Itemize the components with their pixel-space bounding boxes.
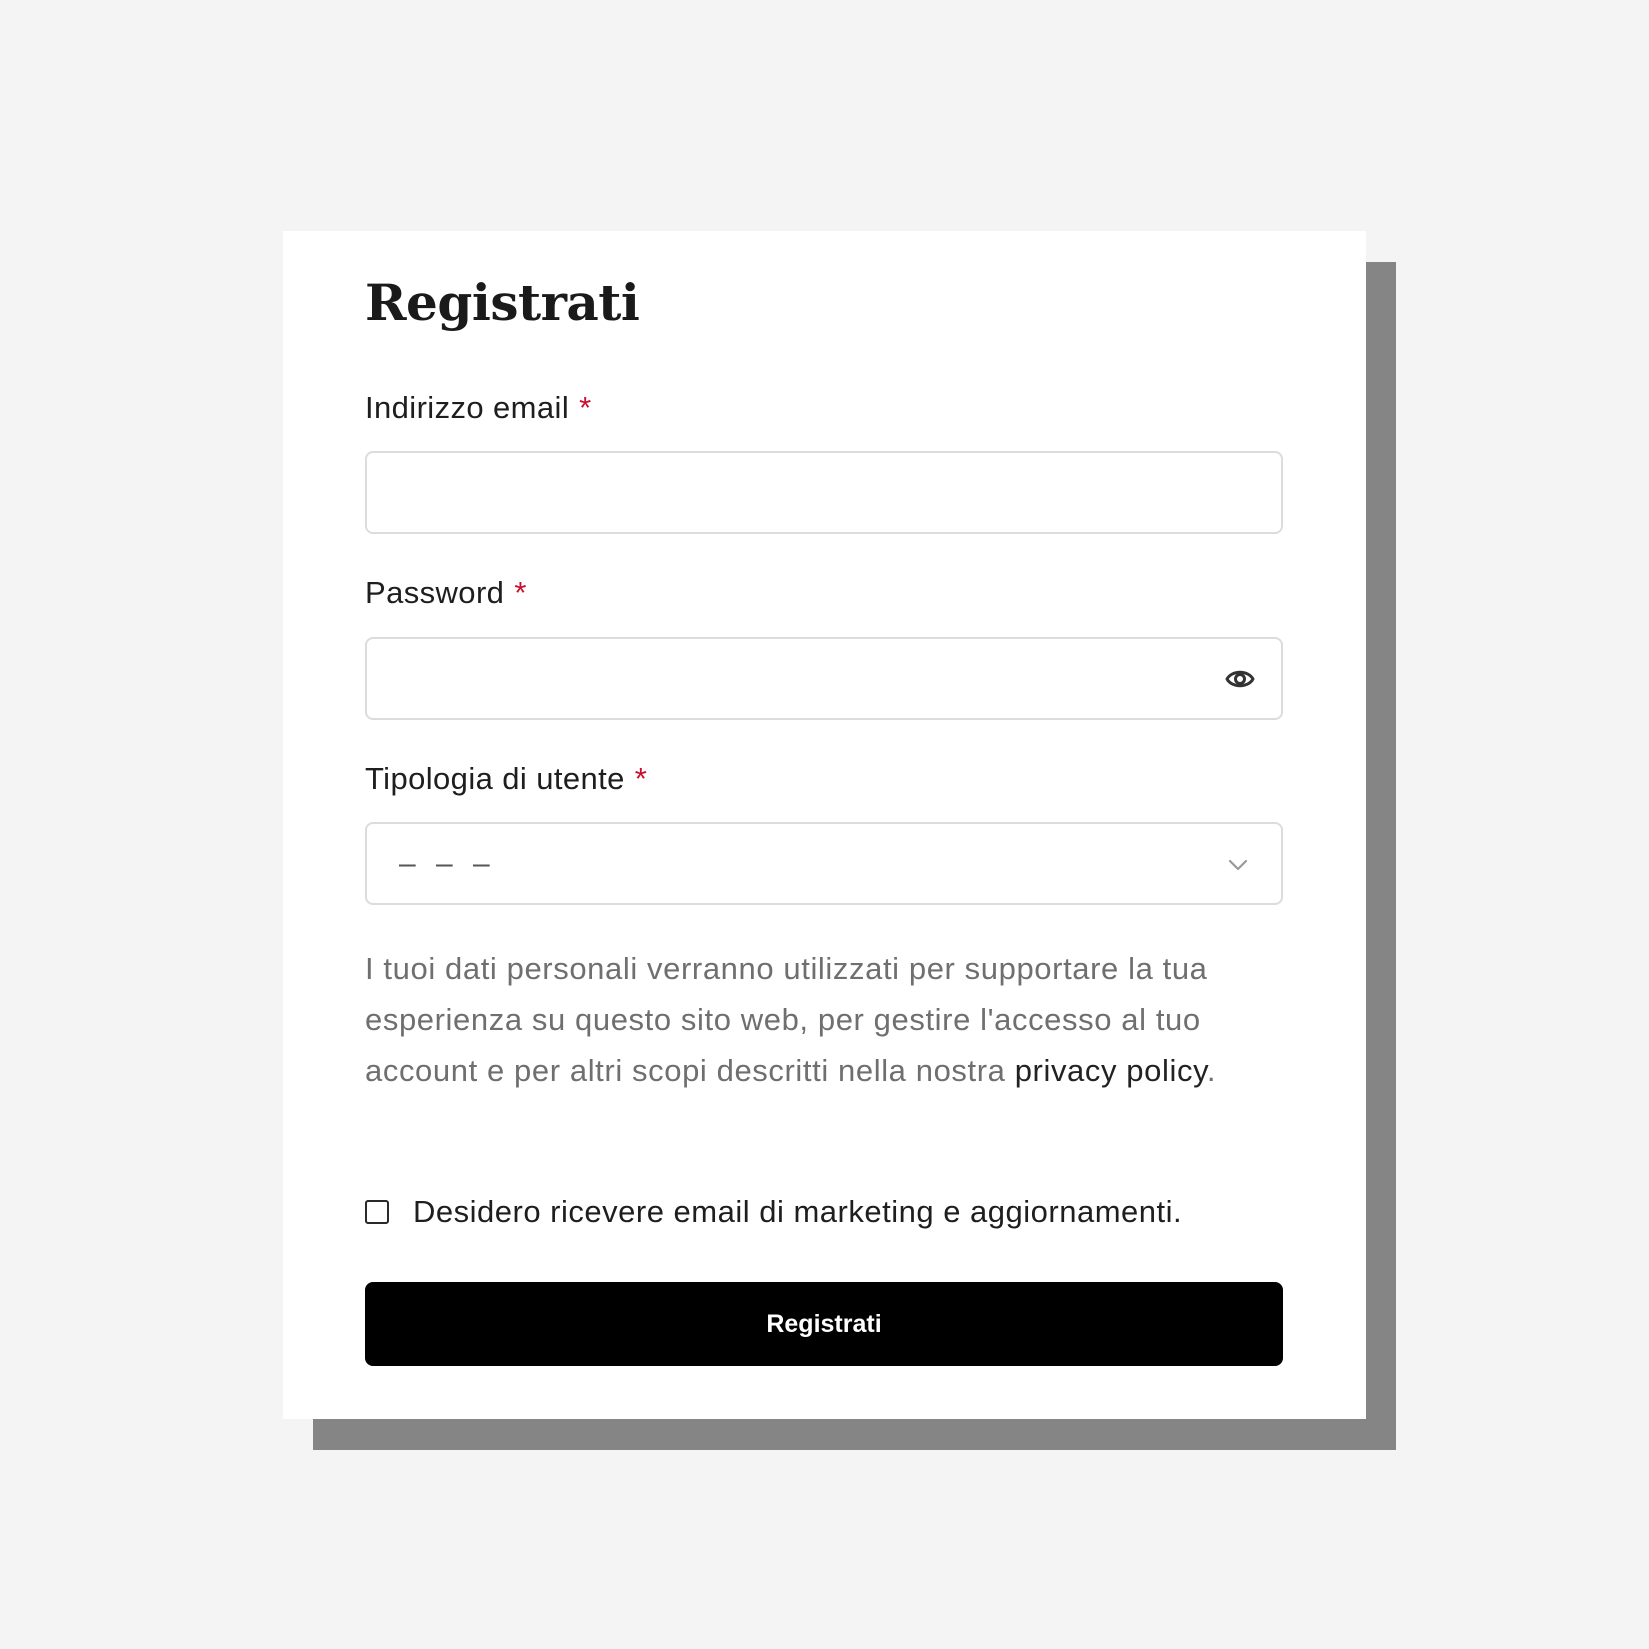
privacy-notice: I tuoi dati personali verranno utilizzat… (365, 943, 1295, 1096)
password-label-text: Password (365, 575, 505, 610)
email-label-text: Indirizzo email (365, 390, 570, 425)
user-type-select[interactable]: – – – (365, 822, 1283, 905)
privacy-notice-suffix: . (1206, 1053, 1217, 1088)
user-type-selected-value: – – – (399, 847, 496, 880)
form-title: Registrati (365, 273, 640, 332)
email-label: Indirizzo email * (365, 392, 592, 423)
marketing-checkbox-label[interactable]: Desidero ricevere email di marketing e a… (413, 1196, 1182, 1227)
email-field[interactable] (367, 453, 1281, 532)
registration-card: Registrati Indirizzo email * Password * Ti… (283, 231, 1366, 1419)
password-label: Password * (365, 577, 527, 608)
marketing-checkbox[interactable] (365, 1200, 389, 1224)
user-type-label-text: Tipologia di utente (365, 761, 625, 796)
register-button[interactable]: Registrati (365, 1282, 1283, 1366)
required-asterisk: * (634, 761, 648, 796)
chevron-down-icon (1227, 854, 1249, 876)
required-asterisk: * (579, 390, 592, 425)
email-field-box (365, 451, 1283, 534)
eye-icon[interactable] (1225, 666, 1255, 692)
password-field-box (365, 637, 1283, 720)
required-asterisk: * (514, 575, 527, 610)
privacy-policy-link[interactable]: privacy policy (1015, 1053, 1207, 1088)
password-field[interactable] (367, 639, 1281, 718)
user-type-label: Tipologia di utente * (365, 763, 647, 794)
